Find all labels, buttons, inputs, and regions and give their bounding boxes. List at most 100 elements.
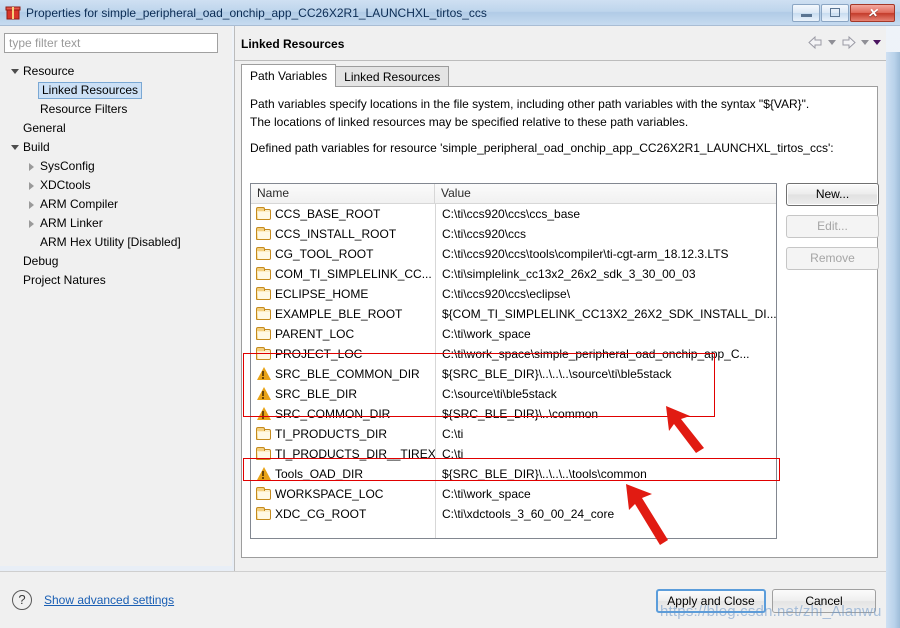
variable-name: PARENT_LOC: [275, 327, 355, 341]
table-row[interactable]: TI_PRODUCTS_DIR C:\ti: [251, 424, 776, 444]
warning-icon: [256, 387, 272, 401]
sidebar-item-label: General: [23, 121, 66, 135]
path-variables-page: Path variables specify locations in the …: [241, 86, 879, 558]
variable-value: C:\ti\simplelink_cc13x2_26x2_sdk_3_30_00…: [442, 267, 696, 281]
column-header-value[interactable]: Value: [435, 184, 776, 203]
variable-name: SRC_COMMON_DIR: [275, 407, 391, 421]
cell-name: CCS_INSTALL_ROOT: [251, 227, 435, 241]
table-row[interactable]: ECLIPSE_HOME C:\ti\ccs920\ccs\eclipse\: [251, 284, 776, 304]
sidebar-item-arm-hex-utility-disabled[interactable]: ARM Hex Utility [Disabled]: [0, 233, 232, 252]
table-row[interactable]: CCS_INSTALL_ROOT C:\ti\ccs920\ccs: [251, 224, 776, 244]
sidebar-item-project-natures[interactable]: Project Natures: [0, 271, 232, 290]
minimize-button[interactable]: [792, 3, 820, 22]
cell-name: XDC_CG_ROOT: [251, 507, 435, 521]
variable-value: C:\ti\xdctools_3_60_00_24_core: [442, 507, 615, 521]
cell-name: SRC_COMMON_DIR: [251, 407, 435, 421]
table-row[interactable]: TI_PRODUCTS_DIR__TIREX C:\ti: [251, 444, 776, 464]
sidebar-item-general[interactable]: General: [0, 119, 232, 138]
edit-button: Edit...: [786, 215, 879, 238]
table-row[interactable]: SRC_BLE_DIR C:\source\ti\ble5stack: [251, 384, 776, 404]
new-button[interactable]: New...: [786, 183, 879, 206]
sidebar-item-resource-filters[interactable]: Resource Filters: [0, 100, 232, 119]
title-divider: [235, 60, 887, 61]
folder-icon: [256, 267, 272, 281]
table-row[interactable]: CG_TOOL_ROOT C:\ti\ccs920\ccs\tools\compi…: [251, 244, 776, 264]
variable-name: TI_PRODUCTS_DIR: [275, 427, 388, 441]
sidebar-item-label: Linked Resources: [38, 82, 143, 99]
help-icon[interactable]: ?: [12, 590, 32, 610]
table-row[interactable]: PARENT_LOC C:\ti\work_space: [251, 324, 776, 344]
close-button[interactable]: ✕: [850, 3, 895, 22]
table-row[interactable]: CCS_BASE_ROOT C:\ti\ccs920\ccs\ccs_base: [251, 204, 776, 224]
maximize-button[interactable]: [821, 3, 849, 22]
variable-value: C:\source\ti\ble5stack: [442, 387, 557, 401]
forward-arrow-icon[interactable]: [840, 35, 857, 50]
back-arrow-icon[interactable]: [807, 35, 824, 50]
table-row[interactable]: WORKSPACE_LOC C:\ti\work_space: [251, 484, 776, 504]
settings-tree: Resource Linked Resources Resource Filters…: [0, 62, 232, 290]
variable-name: ECLIPSE_HOME: [275, 287, 369, 301]
cell-name: TI_PRODUCTS_DIR__TIREX: [251, 447, 435, 461]
column-header-name[interactable]: Name: [251, 184, 435, 203]
sidebar-item-arm-compiler[interactable]: ARM Compiler: [0, 195, 232, 214]
variable-value: ${SRC_BLE_DIR}\..\..\..\tools\common: [442, 467, 647, 481]
sidebar-item-label: ARM Hex Utility [Disabled]: [40, 235, 181, 249]
folder-icon: [256, 487, 272, 501]
variable-value: C:\ti\ccs920\ccs\ccs_base: [442, 207, 581, 221]
chevron-down-icon[interactable]: [8, 69, 21, 74]
chevron-right-icon[interactable]: [25, 181, 38, 190]
variable-name: SRC_BLE_DIR: [275, 387, 358, 401]
sidebar-item-resource[interactable]: Resource: [0, 62, 232, 81]
variable-name: COM_TI_SIMPLELINK_CC...: [275, 267, 432, 281]
variable-name: Tools_OAD_DIR: [275, 467, 364, 481]
window-title: Properties for simple_peripheral_oad_onc…: [26, 5, 487, 20]
properties-dialog: Properties for simple_peripheral_oad_onc…: [0, 0, 900, 628]
sidebar-item-arm-linker[interactable]: ARM Linker: [0, 214, 232, 233]
sidebar-item-build[interactable]: Build: [0, 138, 232, 157]
cell-name: TI_PRODUCTS_DIR: [251, 427, 435, 441]
variable-value: C:\ti\ccs920\ccs\tools\compiler\ti-cgt-a…: [442, 247, 729, 261]
folder-icon: [256, 447, 272, 461]
page-title: Linked Resources: [241, 37, 345, 51]
back-menu-chevron-down-icon[interactable]: [828, 40, 836, 45]
variable-value: C:\ti: [442, 447, 464, 461]
variable-value: C:\ti\ccs920\ccs: [442, 227, 527, 241]
view-menu-chevron-down-icon[interactable]: [873, 40, 881, 45]
table-row[interactable]: COM_TI_SIMPLELINK_CC... C:\ti\simplelink_…: [251, 264, 776, 284]
sidebar-item-debug[interactable]: Debug: [0, 252, 232, 271]
table-row[interactable]: SRC_BLE_COMMON_DIR ${SRC_BLE_DIR}\..\..\.…: [251, 364, 776, 384]
chevron-right-icon[interactable]: [25, 200, 38, 209]
variable-value: ${COM_TI_SIMPLELINK_CC13X2_26X2_SDK_INST…: [442, 307, 777, 321]
tab-linked-resources[interactable]: Linked Resources: [335, 66, 450, 87]
table-row[interactable]: Tools_OAD_DIR ${SRC_BLE_DIR}\..\..\..\too…: [251, 464, 776, 484]
path-variables-table[interactable]: Name Value CCS_BASE_ROOT C:\ti\ccs920\ccs…: [250, 183, 777, 539]
sidebar-item-label: Build: [23, 140, 50, 154]
window-controls: ✕: [791, 3, 895, 22]
chevron-down-icon[interactable]: [8, 145, 21, 150]
variable-name: SRC_BLE_COMMON_DIR: [275, 367, 420, 381]
show-advanced-settings-link[interactable]: Show advanced settings: [44, 593, 174, 607]
table-header: Name Value: [251, 184, 776, 204]
table-row[interactable]: SRC_COMMON_DIR ${SRC_BLE_DIR}\..\common: [251, 404, 776, 424]
cell-name: CG_TOOL_ROOT: [251, 247, 435, 261]
sidebar-item-xdctools[interactable]: XDCtools: [0, 176, 232, 195]
cell-name: CCS_BASE_ROOT: [251, 207, 435, 221]
variable-name: XDC_CG_ROOT: [275, 507, 367, 521]
tab-path-variables[interactable]: Path Variables: [241, 64, 337, 87]
sidebar-item-label: Resource: [23, 64, 75, 78]
chevron-right-icon[interactable]: [25, 162, 38, 171]
warning-icon: [256, 467, 272, 481]
filter-input[interactable]: type filter text: [4, 33, 218, 53]
sidebar-item-sysconfig[interactable]: SysConfig: [0, 157, 232, 176]
cell-name: COM_TI_SIMPLELINK_CC...: [251, 267, 435, 281]
forward-menu-chevron-down-icon[interactable]: [861, 40, 869, 45]
window-right-border: [886, 52, 900, 628]
sidebar-item-linked-resources[interactable]: Linked Resources: [0, 81, 232, 100]
chevron-right-icon[interactable]: [25, 219, 38, 228]
warning-icon: [256, 367, 272, 381]
table-row[interactable]: XDC_CG_ROOT C:\ti\xdctools_3_60_00_24_cor…: [251, 504, 776, 524]
title-bar: Properties for simple_peripheral_oad_onc…: [0, 0, 900, 26]
table-row[interactable]: PROJECT_LOC C:\ti\work_space\simple_perip…: [251, 344, 776, 364]
sidebar-item-label: XDCtools: [40, 178, 91, 192]
table-row[interactable]: EXAMPLE_BLE_ROOT ${COM_TI_SIMPLELINK_CC13…: [251, 304, 777, 324]
